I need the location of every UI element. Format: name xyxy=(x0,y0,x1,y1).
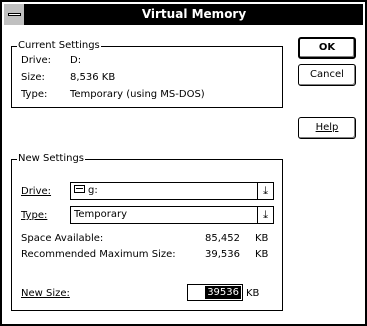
recommended-max-unit: KB xyxy=(255,249,269,260)
current-drive-label: Drive: xyxy=(21,55,52,66)
current-type-label: Type: xyxy=(21,89,48,100)
current-type-value: Temporary (using MS-DOS) xyxy=(70,89,205,100)
chevron-down-icon[interactable]: ⤓ xyxy=(257,183,273,199)
new-settings-group: New Settings Drive: g: ⤓ Type: Temporary… xyxy=(11,153,283,311)
space-available-label: Space Available: xyxy=(21,233,104,244)
window-title: Virtual Memory xyxy=(141,7,247,21)
type-dropdown[interactable]: Temporary ⤓ xyxy=(70,206,274,224)
title-bar: Virtual Memory xyxy=(4,4,363,25)
current-settings-title: Current Settings xyxy=(17,40,101,52)
current-settings-group: Current Settings Drive: D: Size: 8,536 K… xyxy=(11,40,283,108)
new-size-unit: KB xyxy=(246,288,260,299)
drive-icon xyxy=(74,185,85,193)
ok-button[interactable]: OK xyxy=(298,37,356,59)
new-size-label: New Size: xyxy=(21,288,70,299)
current-size-value: 8,536 KB xyxy=(70,72,116,83)
help-button[interactable]: Help xyxy=(298,117,356,139)
chevron-down-icon[interactable]: ⤓ xyxy=(257,207,273,223)
new-type-label: Type: xyxy=(21,210,48,221)
virtual-memory-dialog: Virtual Memory Current Settings Drive: D… xyxy=(0,0,367,326)
new-size-value: 39536 xyxy=(205,286,241,299)
new-settings-title: New Settings xyxy=(17,153,86,165)
current-size-label: Size: xyxy=(21,72,45,83)
drive-dropdown[interactable]: g: ⤓ xyxy=(70,182,274,200)
system-menu-icon[interactable] xyxy=(4,4,25,25)
recommended-max-value: 39,536 xyxy=(205,249,240,260)
new-drive-label: Drive: xyxy=(21,186,52,197)
space-available-unit: KB xyxy=(255,233,269,244)
new-size-input[interactable]: 39536 xyxy=(187,284,243,301)
cancel-button[interactable]: Cancel xyxy=(298,64,356,86)
drive-dropdown-value: g: xyxy=(88,185,98,196)
type-dropdown-value: Temporary xyxy=(74,209,128,220)
recommended-max-label: Recommended Maximum Size: xyxy=(21,249,176,260)
current-drive-value: D: xyxy=(70,55,82,66)
space-available-value: 85,452 xyxy=(205,233,240,244)
